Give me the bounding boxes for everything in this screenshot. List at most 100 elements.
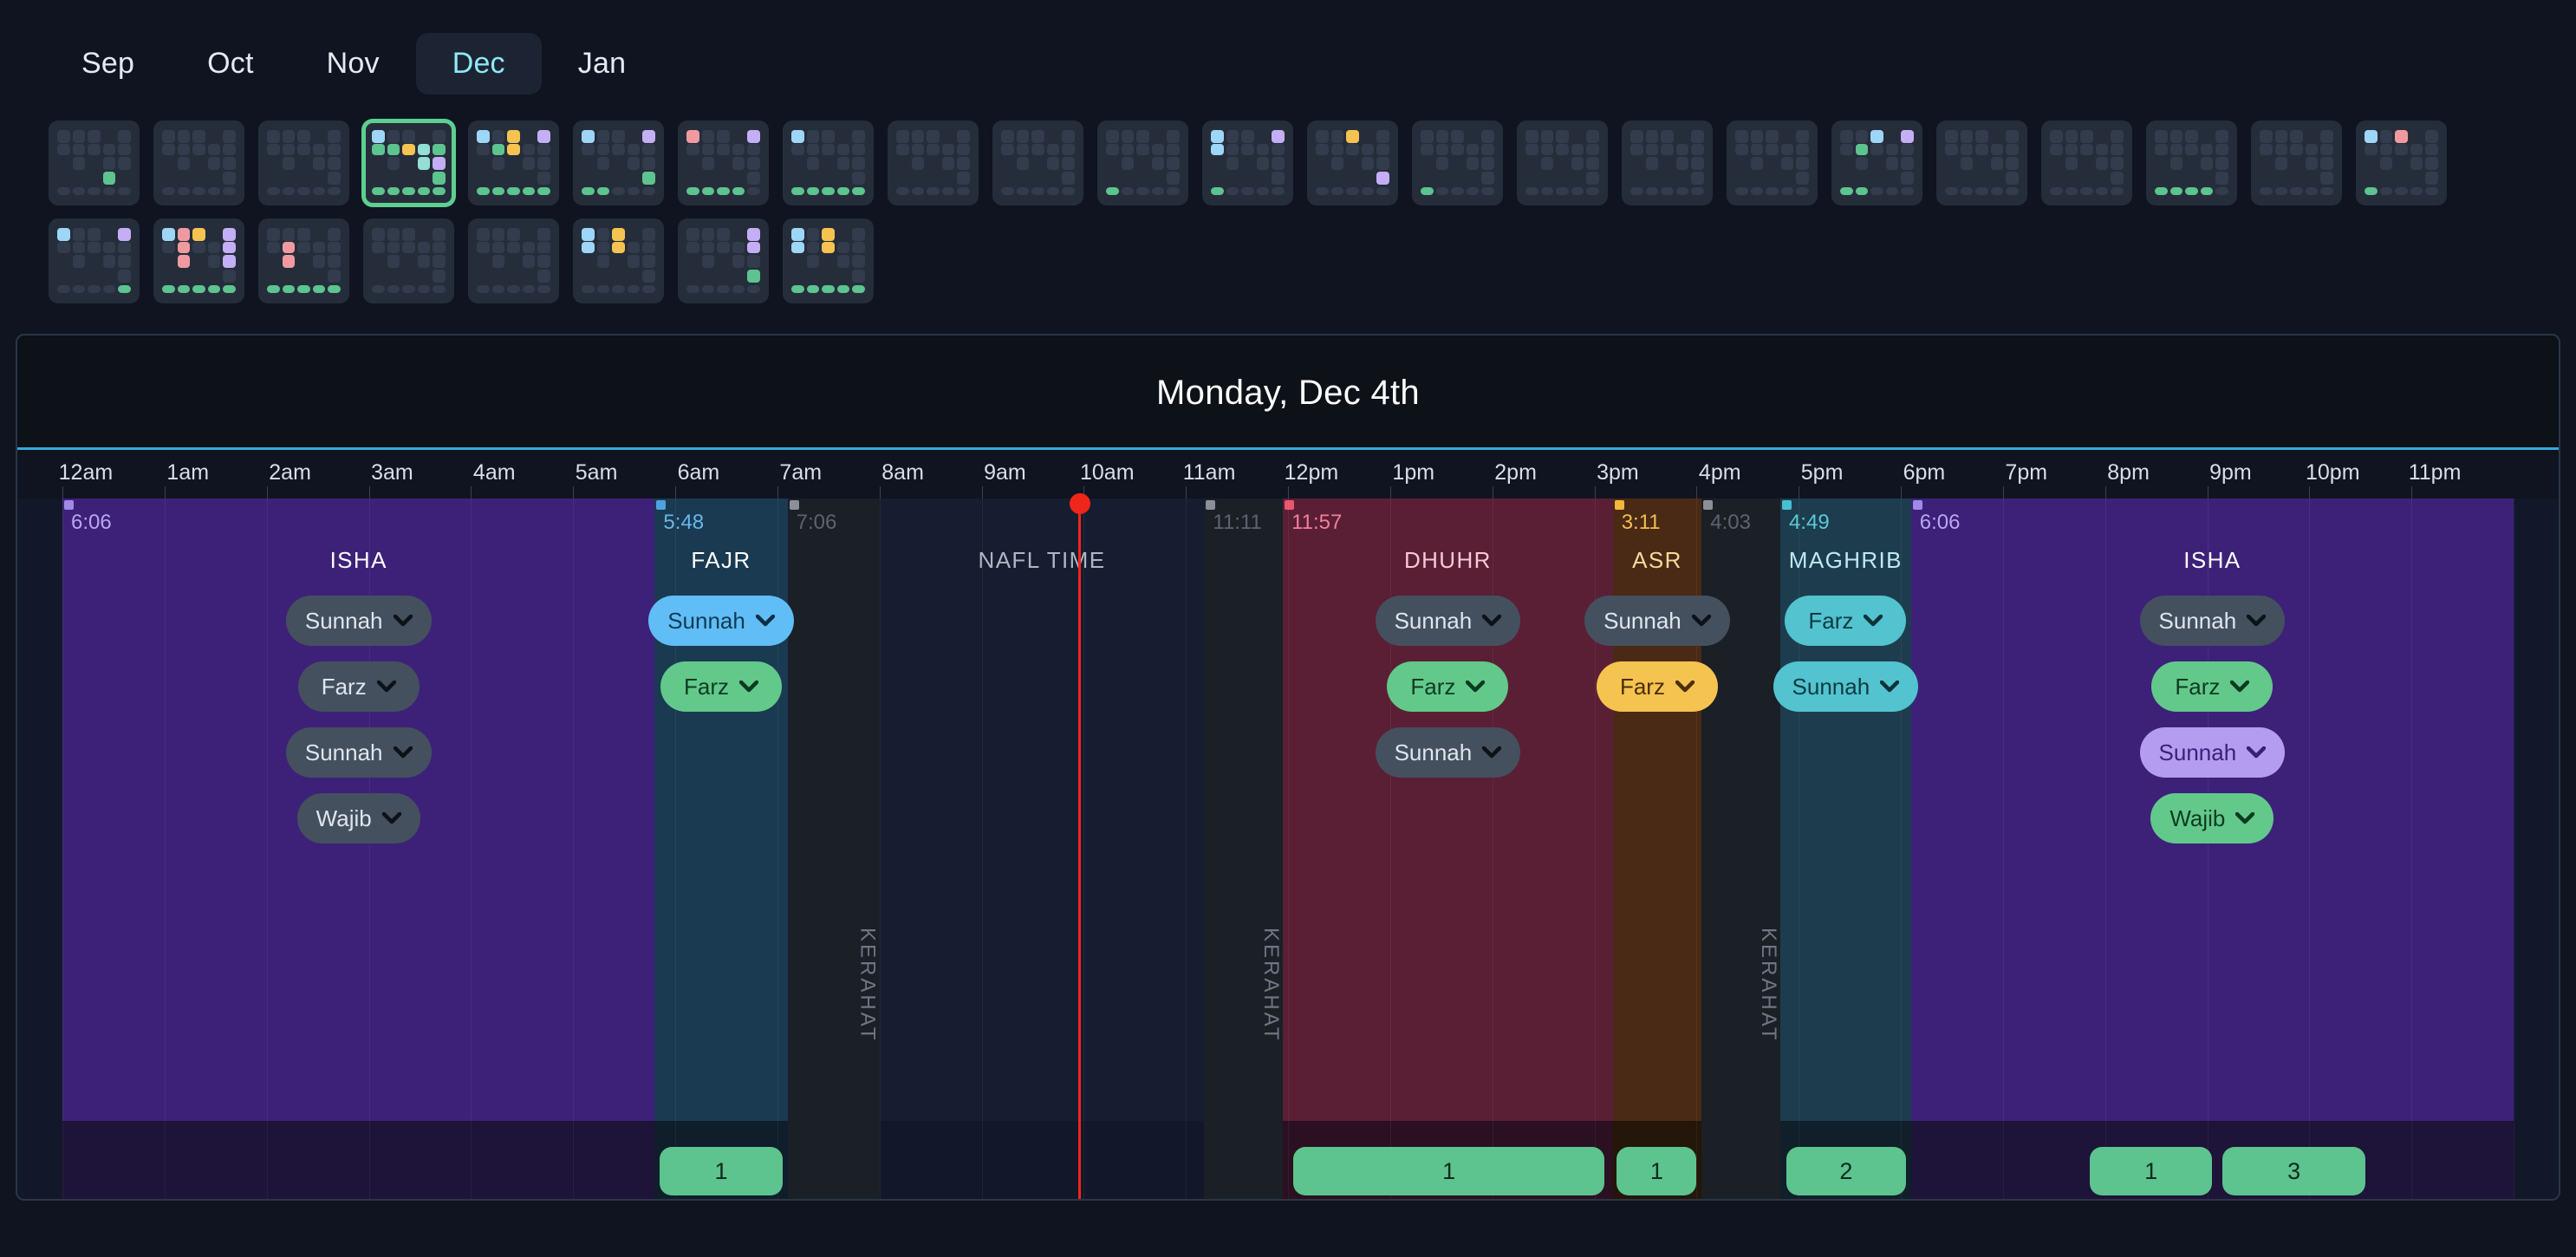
chevron-down-icon[interactable] [2247, 615, 2267, 627]
chevron-down-icon[interactable] [755, 615, 775, 627]
day-thumbnail[interactable] [2146, 120, 2237, 205]
chevron-down-icon[interactable] [1880, 681, 1900, 693]
chevron-down-icon[interactable] [1675, 681, 1695, 693]
thumbnail-row [477, 227, 550, 241]
day-thumbnail[interactable] [888, 120, 979, 205]
day-thumbnail[interactable] [2251, 120, 2342, 205]
day-thumbnail[interactable] [363, 218, 454, 303]
prayer-pill-sunnah[interactable]: Sunnah [285, 596, 432, 646]
chevron-down-icon[interactable] [381, 812, 401, 824]
chevron-down-icon[interactable] [393, 615, 413, 627]
chevron-down-icon [376, 681, 396, 693]
prayer-pill-label: Sunnah [2158, 739, 2237, 765]
chevron-down-icon[interactable] [1482, 746, 1502, 759]
chevron-down-icon[interactable] [1691, 615, 1711, 627]
thumbnail-cell [2095, 144, 2109, 156]
day-thumbnail[interactable] [573, 120, 664, 205]
thumbnail-cell [102, 186, 116, 195]
month-tab-oct[interactable]: Oct [171, 33, 290, 94]
chevron-down-icon[interactable] [2230, 681, 2250, 693]
timeline-segment-kerahat[interactable]: 11:11 KERAHAT [1204, 498, 1284, 1121]
prayer-pill-sunnah[interactable]: Sunnah [1584, 596, 1730, 646]
timeline-segment-nafl-time[interactable]: NAFL TIME [879, 498, 1205, 1121]
day-thumbnail[interactable] [1202, 120, 1293, 205]
thumbnail-cell [1856, 172, 1869, 185]
hour-gridline [879, 1121, 881, 1199]
thumbnail-cell [686, 157, 699, 170]
day-thumbnail[interactable] [992, 120, 1083, 205]
chevron-down-icon[interactable] [1466, 681, 1486, 693]
prayer-pill-wajib[interactable]: Wajib [2150, 793, 2274, 843]
day-thumbnail[interactable] [49, 218, 140, 303]
prayer-pill-sunnah[interactable]: Sunnah [285, 727, 432, 778]
prayer-pill-sunnah[interactable]: Sunnah [648, 596, 794, 646]
day-thumbnail[interactable] [153, 120, 244, 205]
chevron-down-icon[interactable] [1864, 615, 1883, 627]
rakat-count-badge[interactable]: 1 [660, 1147, 783, 1195]
timeline-segment-kerahat[interactable]: 7:06 KERAHAT [787, 498, 880, 1121]
day-thumbnail[interactable] [1936, 120, 2027, 205]
day-thumbnail[interactable] [2356, 120, 2447, 205]
prayer-pill-farz[interactable]: Farz [297, 661, 420, 712]
prayer-pill-sunnah[interactable]: Sunnah [2139, 596, 2286, 646]
day-thumbnail[interactable] [1517, 120, 1608, 205]
day-thumbnail[interactable] [468, 218, 559, 303]
day-thumbnail[interactable] [1412, 120, 1503, 205]
thumbnail-cell [2425, 129, 2438, 143]
day-thumbnail[interactable] [258, 120, 349, 205]
prayer-pill-label: Farz [684, 673, 729, 700]
day-thumbnail[interactable] [49, 120, 140, 205]
day-thumbnail-cell [1825, 114, 1929, 212]
timeline-segment-maghrib[interactable]: 4:49 MAGHRIB [1779, 498, 1911, 1121]
chevron-down-icon[interactable] [376, 681, 396, 693]
prayer-pill-sunnah[interactable]: Sunnah [1375, 727, 1521, 778]
day-thumbnail-selected[interactable] [363, 120, 454, 205]
prayer-pill-farz[interactable]: Farz [1387, 661, 1509, 712]
rakat-count-badge[interactable]: 1 [2089, 1147, 2213, 1195]
prayer-pill-sunnah[interactable]: Sunnah [1773, 661, 1919, 712]
rakat-count-badge[interactable]: 2 [1786, 1147, 1906, 1195]
rakat-count-badge[interactable]: 3 [2222, 1147, 2366, 1195]
prayer-pill-farz[interactable]: Farz [1596, 661, 1718, 712]
thumbnail-cell [2096, 172, 2109, 185]
thumbnail-cell [2200, 157, 2214, 170]
day-thumbnail[interactable] [783, 218, 874, 303]
prayer-pill-farz[interactable]: Farz [2151, 661, 2274, 712]
prayer-pill-sunnah[interactable]: Sunnah [2139, 727, 2286, 778]
timeline-segment-kerahat[interactable]: 4:03 KERAHAT [1701, 498, 1780, 1121]
month-tab-nov[interactable]: Nov [290, 33, 416, 94]
day-thumbnail[interactable] [1097, 120, 1188, 205]
thumbnail-cell [1451, 172, 1464, 185]
day-thumbnail[interactable] [258, 218, 349, 303]
day-thumbnail[interactable] [783, 120, 874, 205]
chevron-down-icon[interactable] [1482, 615, 1502, 627]
chevron-down-icon[interactable] [739, 681, 758, 693]
day-thumbnail[interactable] [573, 218, 664, 303]
rakat-count-badge[interactable]: 1 [1617, 1147, 1697, 1195]
thumbnail-cell [1106, 144, 1119, 156]
day-thumbnail[interactable] [1727, 120, 1818, 205]
chevron-down-icon[interactable] [2235, 812, 2255, 824]
month-tab-dec[interactable]: Dec [415, 33, 542, 94]
chevron-down-icon[interactable] [393, 746, 413, 759]
day-thumbnail[interactable] [153, 218, 244, 303]
day-thumbnail[interactable] [1307, 120, 1398, 205]
rakat-count-badge[interactable]: 1 [1292, 1147, 1605, 1195]
prayer-pill-farz[interactable]: Farz [1785, 596, 1907, 646]
prayer-pill-farz[interactable]: Farz [660, 661, 782, 712]
day-thumbnail[interactable] [1831, 120, 1922, 205]
day-thumbnail[interactable] [468, 120, 559, 205]
prayer-pill-sunnah[interactable]: Sunnah [1375, 596, 1521, 646]
day-thumbnail[interactable] [2041, 120, 2132, 205]
thumbnail-cell [1675, 144, 1689, 156]
prayer-pill-wajib[interactable]: Wajib [296, 793, 420, 843]
timeline-segment-asr[interactable]: 3:11 ASR [1612, 498, 1702, 1121]
month-tab-sep[interactable]: Sep [45, 33, 171, 94]
timeline-segment-dhuhr[interactable]: 11:57 DHUHR [1283, 498, 1613, 1121]
month-tab-jan[interactable]: Jan [542, 33, 662, 94]
day-thumbnail[interactable] [678, 120, 769, 205]
chevron-down-icon[interactable] [2247, 746, 2267, 759]
day-thumbnail[interactable] [1622, 120, 1713, 205]
day-thumbnail[interactable] [678, 218, 769, 303]
segment-start-time: 3:11 [1621, 511, 1661, 534]
